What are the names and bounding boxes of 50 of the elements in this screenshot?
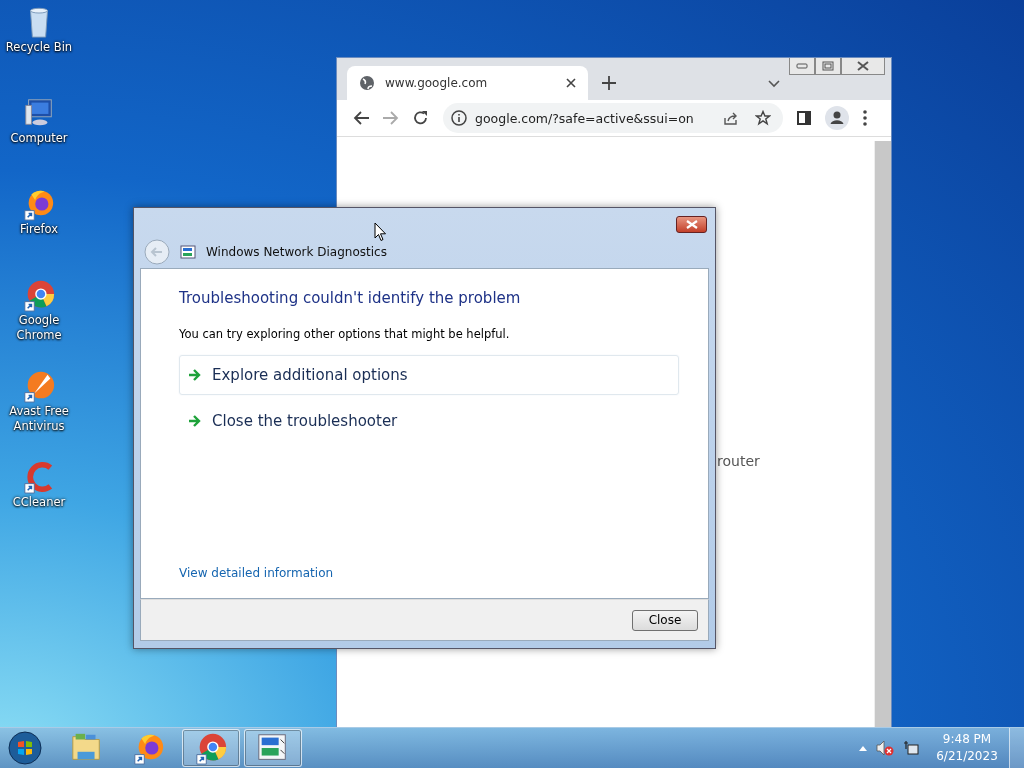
desktop-icon-label[interactable]: Avast Free Antivirus: [0, 404, 78, 434]
back-arrow-icon[interactable]: [353, 111, 369, 125]
speaker-muted-icon[interactable]: [876, 740, 894, 756]
close-icon: [857, 61, 869, 71]
close-icon[interactable]: [566, 78, 576, 88]
network-icon: [180, 245, 196, 259]
chevron-down-icon[interactable]: [768, 80, 780, 88]
close-button[interactable]: [676, 216, 707, 233]
dialog-message: You can try exploring other options that might be helpful.: [179, 327, 511, 341]
side-panel-icon[interactable]: [797, 111, 811, 125]
profile-icon[interactable]: [825, 106, 849, 130]
desktop-icon-label[interactable]: Computer: [0, 131, 78, 146]
desktop-icon-label[interactable]: Google Chrome: [0, 313, 78, 343]
plus-icon[interactable]: [602, 76, 616, 90]
minimize-icon: [796, 62, 808, 70]
scrollbar[interactable]: [874, 141, 891, 728]
close-button[interactable]: Close: [632, 609, 698, 631]
desktop-icon-label[interactable]: Recycle Bin: [0, 40, 78, 55]
clock-time: 9:48 PM: [942, 731, 992, 748]
taskbar-button[interactable]: [182, 729, 240, 767]
clock[interactable]: 9:48 PM 6/21/2023: [934, 731, 1000, 765]
taskbar-button[interactable]: [244, 729, 302, 767]
window-title: Windows Network Diagnostics: [206, 245, 387, 259]
show-hidden-icons-icon[interactable]: [859, 745, 867, 751]
details-link[interactable]: View detailed information: [179, 566, 334, 580]
mouse-pointer-icon: [374, 222, 387, 242]
close-icon: [685, 220, 698, 229]
dialog-heading: Troubleshooting couldn't identify the problem: [179, 289, 522, 307]
arrow-icon: [188, 369, 202, 381]
star-icon[interactable]: [755, 110, 771, 126]
close-button[interactable]: [841, 58, 885, 75]
url-text: google.com/?safe=active&ssui=on: [475, 110, 695, 126]
globe-icon: [359, 75, 375, 91]
option-link[interactable]: Close the troubleshooter: [179, 401, 679, 441]
share-icon[interactable]: [723, 110, 739, 126]
browser-tab[interactable]: www.google.com: [347, 66, 588, 100]
info-icon: [451, 110, 467, 126]
option-link[interactable]: Explore additional options: [179, 355, 679, 395]
maximize-button[interactable]: [815, 58, 841, 75]
clock-date: 6/21/2023: [936, 748, 998, 765]
minimize-button[interactable]: [789, 58, 815, 75]
arrow-icon: [188, 415, 202, 427]
reload-icon[interactable]: [413, 110, 429, 126]
address-bar[interactable]: google.com/?safe=active&ssui=on: [443, 103, 783, 133]
desktop-icon-label[interactable]: Firefox: [0, 222, 78, 237]
page-text: router: [717, 453, 760, 469]
tab-title: www.google.com: [385, 76, 489, 90]
network-icon[interactable]: [903, 740, 919, 756]
menu-icon[interactable]: [863, 110, 867, 126]
restore-icon: [822, 61, 834, 71]
